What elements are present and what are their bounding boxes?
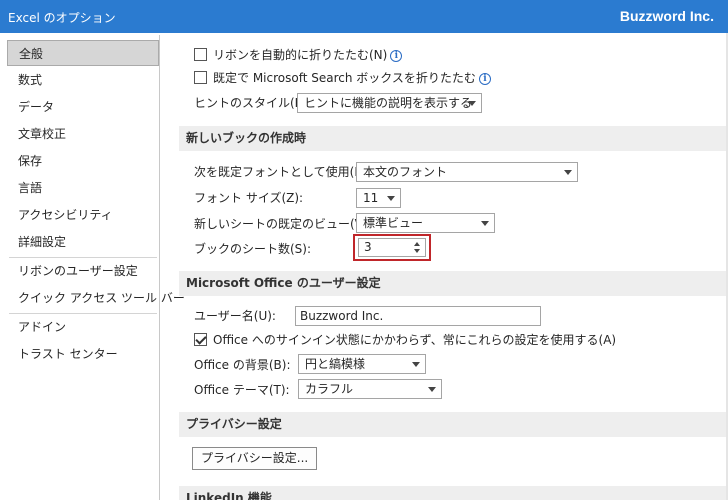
chevron-down-icon xyxy=(468,101,476,106)
collapse-search-label: 既定で Microsoft Search ボックスを折りたたむ xyxy=(213,71,476,85)
office-theme-label: Office テーマ(T): xyxy=(194,383,290,397)
always-use-option[interactable]: Office へのサインイン状態にかかわらず、常にこれらの設定を使用する(A) xyxy=(194,332,616,348)
office-background-dropdown[interactable]: 円と縞模様 xyxy=(298,354,426,374)
default-view-value: 標準ビュー xyxy=(363,216,424,230)
sheet-count-label: ブックのシート数(S): xyxy=(194,242,312,256)
tooltip-style-label: ヒントのスタイル(R): xyxy=(194,96,312,110)
new-workbook-section-header: 新しいブックの作成時 xyxy=(179,126,728,151)
sidebar-item-trust-center[interactable]: トラスト センター xyxy=(5,341,158,367)
sidebar-item-language[interactable]: 言語 xyxy=(5,175,158,201)
username-label: ユーザー名(U): xyxy=(194,309,276,323)
sheet-count-value: 3 xyxy=(364,240,372,254)
default-font-value: 本文のフォント xyxy=(363,165,448,179)
privacy-settings-button[interactable]: プライバシー設定... xyxy=(192,447,318,470)
default-font-label: 次を既定フォントとして使用(N): xyxy=(194,165,373,179)
chevron-down-icon xyxy=(412,362,420,367)
default-view-label: 新しいシートの既定のビュー(V): xyxy=(194,217,372,231)
sidebar-item-save[interactable]: 保存 xyxy=(5,148,158,174)
linkedin-section-header: LinkedIn 機能 xyxy=(179,486,728,500)
always-use-checkbox[interactable] xyxy=(194,333,207,346)
sheet-count-spinner[interactable]: 3 xyxy=(358,238,426,257)
options-content: リボンを自動的に折りたたむ(N) i 既定で Microsoft Search ボ… xyxy=(167,35,728,500)
sidebar-item-accessibility[interactable]: アクセシビリティ xyxy=(5,202,158,228)
chevron-down-icon xyxy=(481,221,489,226)
sidebar-item-customize-ribbon[interactable]: リボンのユーザー設定 xyxy=(5,258,158,284)
spin-up-icon[interactable] xyxy=(414,242,420,246)
office-background-label: Office の背景(B): xyxy=(194,358,291,372)
font-size-label: フォント サイズ(Z): xyxy=(194,191,304,205)
personalize-section-header: Microsoft Office のユーザー設定 xyxy=(179,271,728,296)
office-theme-value: カラフル xyxy=(305,382,354,396)
info-icon[interactable]: i xyxy=(478,73,491,85)
sheet-count-highlight: 3 xyxy=(353,234,431,261)
username-field[interactable]: Buzzword Inc. xyxy=(295,306,541,326)
chevron-down-icon xyxy=(428,387,436,392)
collapse-search-option[interactable]: 既定で Microsoft Search ボックスを折りたたむ i xyxy=(194,70,491,86)
chevron-down-icon xyxy=(564,170,572,175)
chevron-down-icon xyxy=(387,196,395,201)
default-font-dropdown[interactable]: 本文のフォント xyxy=(356,162,578,182)
collapse-ribbon-checkbox[interactable] xyxy=(194,48,207,61)
font-size-dropdown[interactable]: 11 xyxy=(356,188,401,208)
collapse-search-checkbox[interactable] xyxy=(194,71,207,84)
title-bar: Excel のオプション Buzzword Inc. xyxy=(0,0,728,33)
sidebar-item-general[interactable]: 全般 xyxy=(7,40,159,66)
collapse-ribbon-label: リボンを自動的に折りたたむ(N) xyxy=(213,48,388,62)
sidebar-item-advanced[interactable]: 詳細設定 xyxy=(5,229,158,255)
tooltip-style-dropdown[interactable]: ヒントに機能の説明を表示する xyxy=(297,93,482,113)
spin-down-icon[interactable] xyxy=(414,249,420,253)
always-use-label: Office へのサインイン状態にかかわらず、常にこれらの設定を使用する(A) xyxy=(213,333,617,347)
sidebar-item-addins[interactable]: アドイン xyxy=(5,314,158,340)
default-view-dropdown[interactable]: 標準ビュー xyxy=(356,213,495,233)
sidebar-item-quick-access-toolbar[interactable]: クイック アクセス ツール バー xyxy=(5,285,185,311)
privacy-section-header: プライバシー設定 xyxy=(179,412,728,437)
sidebar-item-formulas[interactable]: 数式 xyxy=(5,67,158,93)
sidebar-item-data[interactable]: データ xyxy=(5,94,158,120)
sidebar-item-proofing[interactable]: 文章校正 xyxy=(5,121,158,147)
sidebar: 全般 数式 データ 文章校正 保存 言語 アクセシビリティ 詳細設定 リボンのユ… xyxy=(5,35,185,500)
brand-label: Buzzword Inc. xyxy=(619,8,714,24)
info-icon[interactable]: i xyxy=(390,50,403,62)
font-size-value: 11 xyxy=(363,191,379,205)
office-background-value: 円と縞模様 xyxy=(305,357,366,371)
tooltip-style-value: ヒントに機能の説明を表示する xyxy=(304,96,473,110)
window-title: Excel のオプション xyxy=(8,11,116,25)
office-theme-dropdown[interactable]: カラフル xyxy=(298,379,442,399)
collapse-ribbon-option[interactable]: リボンを自動的に折りたたむ(N) i xyxy=(194,47,403,63)
